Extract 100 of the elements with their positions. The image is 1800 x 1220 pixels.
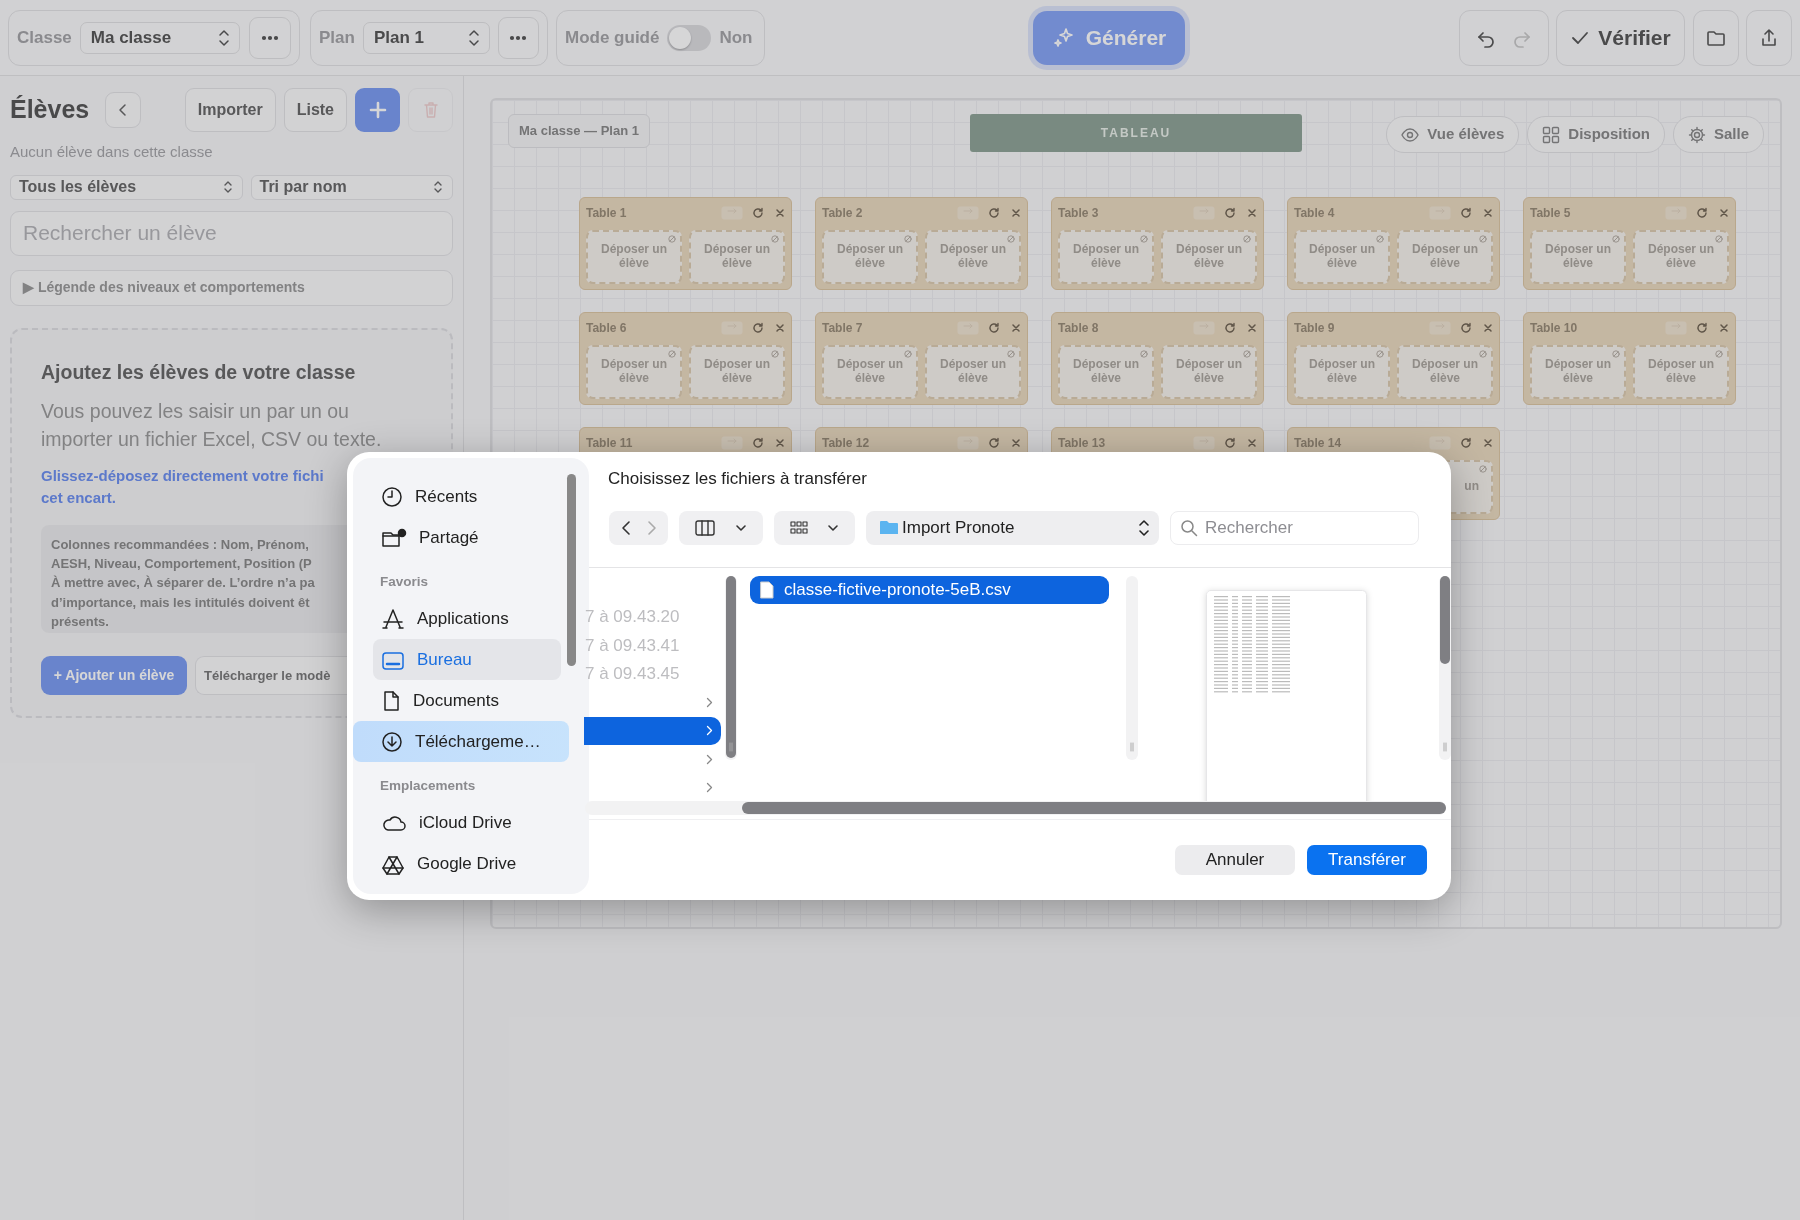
refresh-icon[interactable] xyxy=(1696,207,1708,219)
resize-handle-icon[interactable] xyxy=(1129,741,1135,752)
blocked-icon[interactable] xyxy=(1479,350,1487,358)
refresh-icon[interactable] xyxy=(1460,437,1472,449)
close-icon[interactable] xyxy=(1247,438,1257,448)
blocked-icon[interactable] xyxy=(1140,235,1148,243)
blocked-icon[interactable] xyxy=(1007,235,1015,243)
sidebar-item[interactable]: iCloud Drive xyxy=(373,802,561,844)
search-field[interactable]: Rechercher un élève xyxy=(10,210,453,256)
seat-slot[interactable]: Déposer un élève xyxy=(1058,230,1154,284)
toggle-switch[interactable] xyxy=(667,24,712,51)
refresh-icon[interactable] xyxy=(752,437,764,449)
download-template-button[interactable]: Télécharger le modè xyxy=(195,655,347,695)
blocked-icon[interactable] xyxy=(668,350,676,358)
blocked-icon[interactable] xyxy=(1243,235,1251,243)
view-mode-button[interactable] xyxy=(679,510,763,545)
refresh-icon[interactable] xyxy=(1696,322,1708,334)
view-button[interactable]: Salle xyxy=(1672,116,1764,153)
blocked-icon[interactable] xyxy=(1479,465,1487,473)
legend-toggle[interactable]: ▶ Légende des niveaux et comportements xyxy=(10,269,453,306)
sidebar-item[interactable]: Google Drive xyxy=(373,843,561,885)
close-icon[interactable] xyxy=(1011,323,1021,333)
scrollbar[interactable] xyxy=(567,474,576,666)
seat-slot[interactable]: Déposer un élève xyxy=(1397,230,1493,284)
close-icon[interactable] xyxy=(1483,323,1493,333)
scrollbar[interactable] xyxy=(1440,575,1450,664)
sidebar-item[interactable]: Récents xyxy=(373,476,561,517)
seat-slot[interactable]: Déposer un élève xyxy=(1397,345,1493,399)
blocked-icon[interactable] xyxy=(1612,350,1620,358)
sidebar-item[interactable]: Applications xyxy=(373,598,561,640)
refresh-icon[interactable] xyxy=(752,207,764,219)
close-icon[interactable] xyxy=(775,323,785,333)
file-row[interactable] xyxy=(584,716,721,745)
blocked-icon[interactable] xyxy=(1243,350,1251,358)
group-button[interactable] xyxy=(774,510,855,545)
close-icon[interactable] xyxy=(1247,208,1257,218)
close-icon[interactable] xyxy=(1247,323,1257,333)
more-button[interactable] xyxy=(497,16,539,59)
action-button[interactable]: Liste xyxy=(283,88,347,132)
blocked-icon[interactable] xyxy=(1007,350,1015,358)
blocked-icon[interactable] xyxy=(904,235,912,243)
view-button[interactable]: Disposition xyxy=(1527,116,1665,153)
close-icon[interactable] xyxy=(775,438,785,448)
action-button[interactable]: Importer xyxy=(184,88,276,132)
close-icon[interactable] xyxy=(1719,323,1729,333)
view-button[interactable]: Vue élèves xyxy=(1386,116,1520,153)
seat-slot[interactable]: Déposer un élève xyxy=(822,345,918,399)
add-button[interactable] xyxy=(355,88,400,132)
close-icon[interactable] xyxy=(1011,208,1021,218)
seat-slot[interactable]: Déposer un élève xyxy=(586,230,682,284)
refresh-icon[interactable] xyxy=(988,322,1000,334)
blocked-icon[interactable] xyxy=(904,350,912,358)
refresh-icon[interactable] xyxy=(752,322,764,334)
close-icon[interactable] xyxy=(775,208,785,218)
blocked-icon[interactable] xyxy=(1479,235,1487,243)
close-icon[interactable] xyxy=(1483,208,1493,218)
close-icon[interactable] xyxy=(1483,438,1493,448)
seat-slot[interactable]: Déposer un élève xyxy=(822,230,918,284)
more-button[interactable] xyxy=(249,16,291,59)
location-select[interactable]: Import Pronote xyxy=(866,510,1159,545)
blocked-icon[interactable] xyxy=(1715,350,1723,358)
class-select[interactable]: Ma classe xyxy=(79,21,240,54)
resize-handle-icon[interactable] xyxy=(1442,741,1448,752)
sidebar-item[interactable]: Documents xyxy=(373,680,561,722)
seat-slot[interactable]: Déposer un élève xyxy=(1530,230,1626,284)
confirm-button[interactable]: Transférer xyxy=(1307,844,1427,875)
refresh-icon[interactable] xyxy=(1460,322,1472,334)
refresh-icon[interactable] xyxy=(1224,437,1236,449)
scrollbar[interactable] xyxy=(742,801,1446,814)
add-student-button[interactable]: + Ajouter un élève xyxy=(41,655,187,695)
scrollbar[interactable] xyxy=(726,575,736,758)
refresh-icon[interactable] xyxy=(1460,207,1472,219)
blocked-icon[interactable] xyxy=(1376,235,1384,243)
folder-button[interactable] xyxy=(1693,9,1739,66)
seat-slot[interactable]: Déposer un élève xyxy=(1161,345,1257,399)
close-icon[interactable] xyxy=(1719,208,1729,218)
sort-select[interactable]: Tri par nom xyxy=(250,174,453,200)
seat-slot[interactable]: Déposer un élève xyxy=(1058,345,1154,399)
blocked-icon[interactable] xyxy=(1376,350,1384,358)
seat-slot[interactable]: Déposer un élève xyxy=(1294,345,1390,399)
seat-slot[interactable]: Déposer un élève xyxy=(925,230,1021,284)
blocked-icon[interactable] xyxy=(1140,350,1148,358)
seat-slot[interactable]: Déposer un élève xyxy=(1530,345,1626,399)
cancel-button[interactable]: Annuler xyxy=(1175,844,1295,875)
blocked-icon[interactable] xyxy=(771,235,779,243)
refresh-icon[interactable] xyxy=(988,437,1000,449)
seat-slot[interactable]: Déposer un élève xyxy=(1633,345,1729,399)
sidebar-item[interactable]: Partagé xyxy=(373,517,561,558)
refresh-icon[interactable] xyxy=(1224,322,1236,334)
forward-icon[interactable] xyxy=(646,519,657,536)
blocked-icon[interactable] xyxy=(668,235,676,243)
seat-slot[interactable]: Déposer un élève xyxy=(1294,230,1390,284)
blocked-icon[interactable] xyxy=(1715,235,1723,243)
blocked-icon[interactable] xyxy=(1612,235,1620,243)
sidebar-item[interactable]: Téléchargeme… xyxy=(353,721,569,763)
seat-slot[interactable]: Déposer un élève xyxy=(586,345,682,399)
blocked-icon[interactable] xyxy=(771,350,779,358)
seat-slot[interactable]: Déposer un élève xyxy=(689,230,785,284)
file-row[interactable]: classe-fictive-pronote-5eB.csv xyxy=(750,575,1109,604)
close-icon[interactable] xyxy=(1011,438,1021,448)
